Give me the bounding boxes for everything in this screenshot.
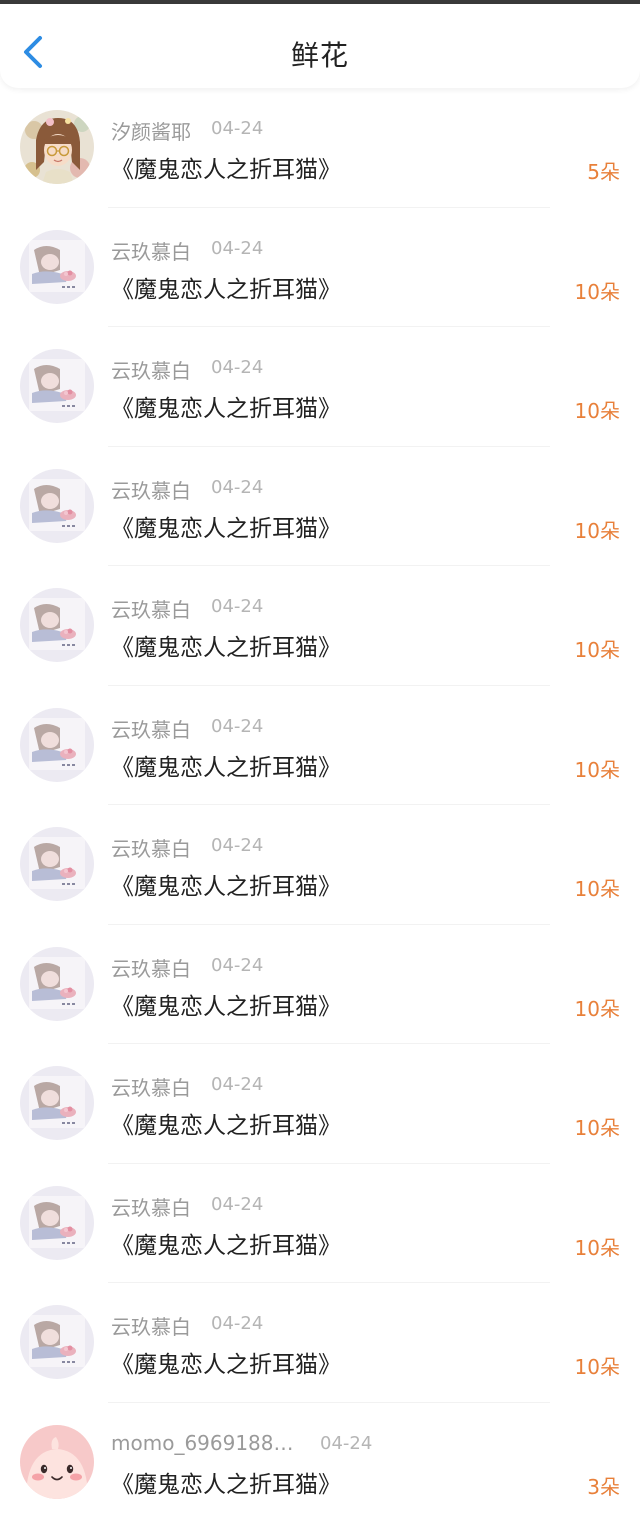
book-title: 《魔鬼恋人之折耳猫》 (111, 867, 341, 901)
pink-blob-avatar-image (20, 1425, 94, 1499)
flower-count: 10朵 (575, 634, 620, 663)
list-item[interactable]: momo_69691884... 04-24 《魔鬼恋人之折耳猫》 3朵 (0, 1403, 640, 1522)
gift-date: 04-24 (211, 596, 263, 617)
gift-date: 04-24 (211, 238, 263, 259)
list-item[interactable]: 云玖慕白 04-24 《魔鬼恋人之折耳猫》 10朵 (0, 1044, 640, 1164)
gift-date: 04-24 (211, 357, 263, 378)
anime-girl-glasses-avatar-image (20, 110, 94, 184)
avatar[interactable] (20, 827, 94, 901)
user-name: 汐颜酱耶 (111, 116, 191, 145)
header-bar: 鲜花 (0, 4, 640, 88)
gift-date: 04-24 (211, 955, 263, 976)
avatar[interactable] (20, 1186, 94, 1260)
gift-date: 04-24 (320, 1433, 372, 1454)
user-name: 云玖慕白 (111, 1192, 191, 1221)
flower-count: 10朵 (575, 754, 620, 783)
list-item[interactable]: 云玖慕白 04-24 《魔鬼恋人之折耳猫》 10朵 (0, 447, 640, 567)
avatar[interactable] (20, 230, 94, 304)
list-item[interactable]: 云玖慕白 04-24 《魔鬼恋人之折耳猫》 10朵 (0, 925, 640, 1045)
user-name: 云玖慕白 (111, 953, 191, 982)
book-title: 《魔鬼恋人之折耳猫》 (111, 389, 341, 423)
book-title: 《魔鬼恋人之折耳猫》 (111, 1345, 341, 1379)
list-item[interactable]: 云玖慕白 04-24 《魔鬼恋人之折耳猫》 10朵 (0, 327, 640, 447)
lying-girl-avatar-image (20, 947, 94, 1021)
flower-count: 10朵 (575, 276, 620, 305)
book-title: 《魔鬼恋人之折耳猫》 (111, 1465, 341, 1499)
book-title: 《魔鬼恋人之折耳猫》 (111, 628, 341, 662)
avatar[interactable] (20, 469, 94, 543)
list-item[interactable]: 云玖慕白 04-24 《魔鬼恋人之折耳猫》 10朵 (0, 566, 640, 686)
user-name: 云玖慕白 (111, 1311, 191, 1340)
book-title: 《魔鬼恋人之折耳猫》 (111, 748, 341, 782)
list-item[interactable]: 汐颜酱耶 04-24 《魔鬼恋人之折耳猫》 5朵 (0, 88, 640, 208)
user-name: 云玖慕白 (111, 236, 191, 265)
flower-count: 10朵 (575, 1232, 620, 1261)
flower-count: 10朵 (575, 873, 620, 902)
book-title: 《魔鬼恋人之折耳猫》 (111, 509, 341, 543)
lying-girl-avatar-image (20, 827, 94, 901)
gift-date: 04-24 (211, 1074, 263, 1095)
lying-girl-avatar-image (20, 588, 94, 662)
avatar[interactable] (20, 349, 94, 423)
flower-count: 10朵 (575, 1351, 620, 1380)
avatar[interactable] (20, 1066, 94, 1140)
lying-girl-avatar-image (20, 1186, 94, 1260)
book-title: 《魔鬼恋人之折耳猫》 (111, 987, 341, 1021)
flower-list: 汐颜酱耶 04-24 《魔鬼恋人之折耳猫》 5朵云玖慕白 04-24 《魔鬼恋人之折耳猫》… (0, 88, 640, 1522)
lying-girl-avatar-image (20, 469, 94, 543)
lying-girl-avatar-image (20, 1066, 94, 1140)
book-title: 《魔鬼恋人之折耳猫》 (111, 270, 341, 304)
flower-count: 5朵 (587, 156, 620, 185)
avatar[interactable] (20, 110, 94, 184)
lying-girl-avatar-image (20, 708, 94, 782)
flower-count: 10朵 (575, 993, 620, 1022)
user-name: 云玖慕白 (111, 1072, 191, 1101)
user-name: 云玖慕白 (111, 714, 191, 743)
gift-date: 04-24 (211, 835, 263, 856)
avatar[interactable] (20, 708, 94, 782)
lying-girl-avatar-image (20, 349, 94, 423)
avatar[interactable] (20, 1305, 94, 1379)
user-name: 云玖慕白 (111, 475, 191, 504)
lying-girl-avatar-image (20, 1305, 94, 1379)
gift-date: 04-24 (211, 1194, 263, 1215)
gift-date: 04-24 (211, 477, 263, 498)
flower-count: 10朵 (575, 1112, 620, 1141)
user-name: 云玖慕白 (111, 594, 191, 623)
list-item[interactable]: 云玖慕白 04-24 《魔鬼恋人之折耳猫》 10朵 (0, 1283, 640, 1403)
avatar[interactable] (20, 1425, 94, 1499)
list-item[interactable]: 云玖慕白 04-24 《魔鬼恋人之折耳猫》 10朵 (0, 208, 640, 328)
avatar[interactable] (20, 947, 94, 1021)
list-item[interactable]: 云玖慕白 04-24 《魔鬼恋人之折耳猫》 10朵 (0, 805, 640, 925)
flower-count: 10朵 (575, 515, 620, 544)
flower-count: 3朵 (587, 1471, 620, 1500)
user-name: 云玖慕白 (111, 833, 191, 862)
gift-date: 04-24 (211, 716, 263, 737)
user-name: momo_69691884... (111, 1431, 301, 1455)
flower-count: 10朵 (575, 395, 620, 424)
book-title: 《魔鬼恋人之折耳猫》 (111, 1226, 341, 1260)
list-item[interactable]: 云玖慕白 04-24 《魔鬼恋人之折耳猫》 10朵 (0, 686, 640, 806)
gift-date: 04-24 (211, 1313, 263, 1334)
user-name: 云玖慕白 (111, 355, 191, 384)
page-title: 鲜花 (0, 34, 640, 74)
list-item[interactable]: 云玖慕白 04-24 《魔鬼恋人之折耳猫》 10朵 (0, 1164, 640, 1284)
book-title: 《魔鬼恋人之折耳猫》 (111, 150, 341, 184)
avatar[interactable] (20, 588, 94, 662)
gift-date: 04-24 (211, 118, 263, 139)
lying-girl-avatar-image (20, 230, 94, 304)
book-title: 《魔鬼恋人之折耳猫》 (111, 1106, 341, 1140)
